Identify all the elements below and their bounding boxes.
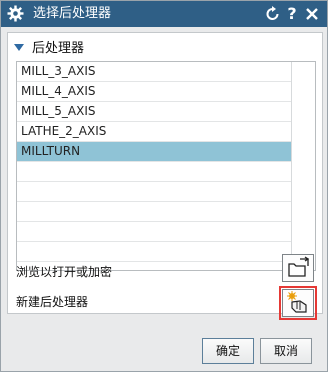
list-item-millturn[interactable]: MILLTURN xyxy=(17,142,291,162)
postprocessor-group: 后处理器 MILL_3_AXIS MILL_4_AXIS MILL_5_AXIS… xyxy=(7,32,323,320)
list-item-empty[interactable] xyxy=(17,222,291,242)
browse-button[interactable] xyxy=(282,254,314,282)
list-item-lathe-2-axis[interactable]: LATHE_2_AXIS xyxy=(17,122,291,142)
cancel-button[interactable]: 取消 xyxy=(260,338,312,364)
group-title: 后处理器 xyxy=(32,41,85,56)
ok-button[interactable]: 确定 xyxy=(202,338,254,364)
dialog-title: 选择后处理器 xyxy=(33,6,112,21)
gear-icon[interactable] xyxy=(7,5,24,22)
list-item-empty[interactable] xyxy=(17,242,291,262)
new-postprocessor-icon xyxy=(283,291,313,319)
new-postprocessor-button[interactable] xyxy=(279,286,317,320)
list-item-empty[interactable] xyxy=(17,162,291,182)
help-icon[interactable]: ? xyxy=(283,4,301,24)
browse-label: 浏览以打开或加密 xyxy=(16,265,113,279)
postprocessor-list[interactable]: MILL_3_AXIS MILL_4_AXIS MILL_5_AXIS LATH… xyxy=(16,61,316,271)
new-postprocessor-label: 新建后处理器 xyxy=(16,295,89,309)
list-item-mill-3-axis[interactable]: MILL_3_AXIS xyxy=(17,62,291,82)
list-item-empty[interactable] xyxy=(17,202,291,222)
open-folder-icon xyxy=(283,256,313,284)
list-column-divider xyxy=(291,62,292,270)
close-icon[interactable] xyxy=(303,4,321,24)
title-bar: 选择后处理器 ? xyxy=(1,1,327,27)
collapse-arrow-icon[interactable] xyxy=(14,41,24,55)
select-postprocessor-dialog: 选择后处理器 ? 后处理器 MILL_3_AXIS MILL_4_AXIS MI… xyxy=(0,0,328,372)
list-item-empty[interactable] xyxy=(17,182,291,202)
list-item-mill-5-axis[interactable]: MILL_5_AXIS xyxy=(17,102,291,122)
reset-icon[interactable] xyxy=(264,4,282,24)
list-item-mill-4-axis[interactable]: MILL_4_AXIS xyxy=(17,82,291,102)
